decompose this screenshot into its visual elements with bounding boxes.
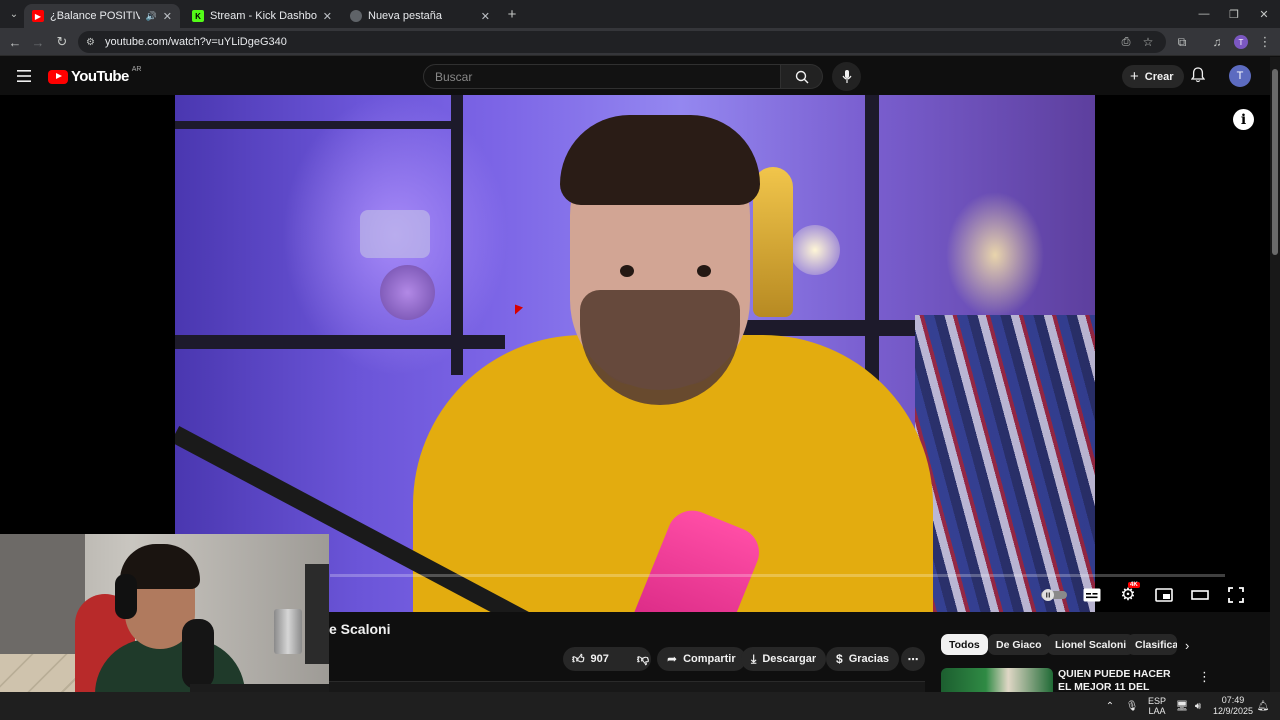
video-info-icon[interactable]: i <box>1233 109 1254 130</box>
tab-audio-speaker-icon[interactable]: 🔊 <box>146 11 157 22</box>
window-minimize-icon[interactable]: — <box>1194 4 1214 24</box>
settings-gear-icon[interactable]: ⚙ 4K <box>1117 582 1140 606</box>
extensions-puzzle-icon[interactable]: ⧉ <box>1172 32 1192 52</box>
share-button[interactable]: ➦ Compartir <box>657 647 746 671</box>
forward-arrow-icon[interactable]: → <box>28 32 48 52</box>
webcam-headset <box>115 574 137 619</box>
video-person-eye <box>697 265 711 277</box>
video-shelf <box>725 320 915 336</box>
input-language-indicator[interactable]: ESP LAA <box>1144 692 1170 720</box>
profile-avatar[interactable]: T <box>1231 32 1251 52</box>
install-app-icon[interactable]: ⎙ <box>1116 32 1136 52</box>
like-button[interactable]: 👍︎ 907 <box>563 647 617 671</box>
recommendation-title[interactable]: QUIEN PUEDE HACER EL MEJOR 11 DEL MUNDO … <box>1058 668 1186 692</box>
browser-tab-youtube[interactable]: ▶ ¿Balance POSITIVO o N 🔊 ✕ <box>24 4 180 28</box>
video-person-eye <box>620 265 634 277</box>
scrollbar-thumb[interactable] <box>1272 69 1278 255</box>
miniplayer-icon[interactable] <box>1153 584 1175 606</box>
account-avatar[interactable]: T <box>1229 65 1251 87</box>
more-horizontal-icon: ⋯ <box>907 653 919 666</box>
dislike-button[interactable]: 👎︎ <box>629 647 658 671</box>
site-info-tune-icon[interactable]: ⚙ <box>86 37 95 48</box>
chrome-favicon-icon <box>350 10 362 22</box>
download-icon: ⤓ <box>751 651 757 666</box>
video-lamp <box>790 225 840 275</box>
microphone-icon <box>842 69 851 83</box>
thanks-button[interactable]: $ Gracias <box>826 647 900 671</box>
download-button[interactable]: ⤓ Descargar <box>741 647 827 671</box>
tab-close-icon[interactable]: ✕ <box>481 10 490 23</box>
taskbar-clock[interactable]: 07:49 12/9/2025 <box>1208 692 1258 720</box>
autoplay-toggle[interactable] <box>1040 584 1068 606</box>
super-thanks-icon: $ <box>836 652 843 666</box>
video-play-button-plaque <box>360 210 430 258</box>
player-controls: ⚙ 4K <box>1036 582 1256 606</box>
like-dislike-group: 👍︎ 907 👎︎ <box>563 647 651 671</box>
hamburger-menu-icon[interactable] <box>17 69 31 87</box>
chip-lionel-scaloni[interactable]: Lionel Scaloni <box>1047 634 1135 655</box>
webcam-microphone <box>182 619 214 689</box>
video-person-hair <box>560 115 760 205</box>
address-bar[interactable]: ⚙ youtube.com/watch?v=uYLiDgeG340 <box>78 31 1166 53</box>
tray-show-hidden-chevron-icon[interactable]: ⌃ <box>1102 692 1118 720</box>
back-arrow-icon[interactable]: ← <box>5 32 25 52</box>
reload-icon[interactable]: ↻ <box>52 32 72 52</box>
video-flower <box>380 265 435 320</box>
video-shelf <box>175 121 455 129</box>
tray-volume-icon[interactable]: 🔊︎ <box>1190 692 1206 720</box>
recommendation-thumbnail[interactable] <box>941 668 1053 692</box>
autoplay-toggle-icon <box>1041 589 1067 601</box>
more-actions-button[interactable]: ⋯ <box>901 647 925 671</box>
webcam-metal-cup <box>274 609 302 654</box>
video-jerseys <box>915 315 1095 612</box>
tab-close-icon[interactable]: ✕ <box>323 10 332 23</box>
recommendation-more-icon[interactable]: ⋮ <box>1198 669 1211 685</box>
thumbs-down-icon: 👎︎ <box>636 651 650 666</box>
chips-next-chevron-icon[interactable]: › <box>1185 638 1189 653</box>
browser-tab-strip: ⌄ ▶ ¿Balance POSITIVO o N 🔊 ✕ K Stream -… <box>0 0 1280 28</box>
notifications-bell-icon[interactable] <box>1190 67 1206 88</box>
theater-mode-icon[interactable] <box>1189 584 1211 606</box>
subtitles-icon[interactable] <box>1081 584 1103 606</box>
youtube-logo[interactable]: YouTube AR <box>48 66 141 85</box>
youtube-play-logo-icon <box>48 69 68 84</box>
windows-taskbar: ⌃ 🎙︎ ESP LAA 🖥︎ 🔊︎ 07:49 12/9/2025 🔔︎ <box>0 692 1280 720</box>
tray-microphone-icon[interactable]: 🎙︎ <box>1124 692 1140 720</box>
search-box[interactable] <box>423 64 781 89</box>
search-icon <box>795 70 808 83</box>
window-restore-icon[interactable]: ❐ <box>1224 4 1244 24</box>
share-arrow-icon: ➦ <box>667 652 678 666</box>
chip-clasificacion[interactable]: Clasificac <box>1127 634 1177 655</box>
window-close-icon[interactable]: ✕ <box>1254 4 1274 24</box>
media-controls-icon[interactable]: ♫ <box>1207 32 1227 52</box>
youtube-favicon-icon: ▶ <box>32 10 44 22</box>
browser-toolbar: ← → ↻ ⚙ youtube.com/watch?v=uYLiDgeG340 … <box>0 28 1280 56</box>
tray-network-icon[interactable]: 🖥︎ <box>1174 692 1190 720</box>
new-tab-plus-icon[interactable]: + <box>502 4 522 24</box>
tray-notifications-bell-icon[interactable]: 🔔︎ <box>1256 692 1270 720</box>
voice-search-button[interactable] <box>832 62 861 91</box>
webcam-monitor <box>305 564 329 664</box>
create-button[interactable]: + Crear <box>1122 65 1184 88</box>
browser-tab-kick[interactable]: K Stream - Kick Dashboard ✕ <box>184 4 340 28</box>
plus-icon: + <box>1130 68 1139 85</box>
search-input[interactable] <box>435 69 780 84</box>
chip-de-giaco[interactable]: De Giaco <box>988 634 1050 655</box>
chip-todos[interactable]: Todos <box>941 634 988 655</box>
fullscreen-icon[interactable] <box>1225 584 1247 606</box>
bookmark-star-icon[interactable]: ☆ <box>1138 32 1158 52</box>
chrome-menu-icon[interactable]: ⋮ <box>1255 32 1275 52</box>
search-button[interactable] <box>781 64 823 89</box>
kick-favicon-icon: K <box>192 10 204 22</box>
tab-search-chevron-icon[interactable]: ⌄ <box>4 4 24 24</box>
thumbs-up-icon: 👍︎ <box>572 651 585 666</box>
quality-badge: 4K <box>1128 582 1140 588</box>
tab-close-icon[interactable]: ✕ <box>163 10 172 23</box>
browser-tab-new[interactable]: Nueva pestaña ✕ <box>342 4 498 28</box>
video-shelf-post <box>451 95 463 375</box>
video-progress-bar[interactable] <box>330 574 1225 577</box>
youtube-header: YouTube AR + Crear T <box>0 57 1270 95</box>
video-title: e Scaloni <box>329 621 391 637</box>
